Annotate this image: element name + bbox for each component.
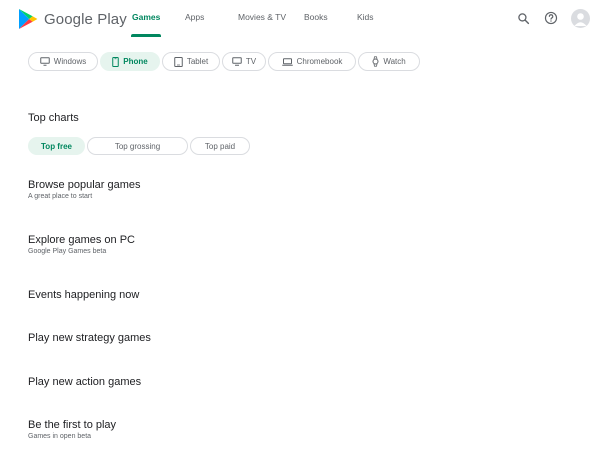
cluster-explore-games-on-pc[interactable]: Explore games on PC Google Play Games be… — [28, 234, 135, 255]
search-icon[interactable] — [515, 10, 531, 26]
device-chip-label: Phone — [123, 57, 148, 66]
tab-top-free[interactable]: Top free — [28, 137, 85, 155]
cluster-subtitle: Google Play Games beta — [28, 248, 107, 255]
nav-tab-movies-tv[interactable]: Movies & TV — [238, 12, 286, 22]
cluster-title: Explore games on PC — [28, 234, 135, 246]
nav-tab-games[interactable]: Games — [132, 12, 160, 22]
windows-monitor-icon — [40, 57, 50, 66]
phone-icon — [112, 56, 120, 67]
device-chip-label: TV — [245, 57, 257, 66]
watch-icon — [372, 56, 379, 67]
top-app-bar: Google Play Games Apps Movies & TV Books… — [0, 0, 600, 38]
cluster-title: Events happening now — [28, 289, 140, 301]
nav-tab-books[interactable]: Books — [304, 12, 328, 22]
device-chip-chromebook[interactable]: Chromebook — [268, 52, 356, 71]
cluster-new-action-games[interactable]: Play new action games — [28, 376, 141, 388]
account-icon[interactable] — [571, 9, 590, 28]
cluster-events-happening-now[interactable]: Events happening now — [28, 289, 139, 301]
top-charts-title: Top charts — [28, 112, 79, 124]
active-tab-indicator — [131, 34, 161, 37]
nav-tab-apps[interactable]: Apps — [185, 12, 204, 22]
device-chip-tv[interactable]: TV — [222, 52, 266, 71]
tab-top-paid[interactable]: Top paid — [190, 137, 250, 155]
cluster-title: Play new action games — [28, 376, 142, 388]
help-icon[interactable] — [543, 10, 559, 26]
device-chip-label: Tablet — [186, 57, 209, 66]
google-play-logo[interactable]: Google Play — [18, 8, 127, 30]
cluster-new-strategy-games[interactable]: Play new strategy games — [28, 332, 151, 344]
device-chip-tablet[interactable]: Tablet — [162, 52, 220, 71]
cluster-be-first-to-play[interactable]: Be the first to play Games in open beta — [28, 419, 116, 440]
laptop-icon — [281, 57, 293, 66]
device-chip-label: Windows — [53, 57, 87, 66]
cluster-browse-popular-games[interactable]: Browse popular games A great place to st… — [28, 179, 141, 200]
device-chip-watch[interactable]: Watch — [358, 52, 420, 71]
device-chip-windows[interactable]: Windows — [28, 52, 98, 71]
nav-tab-kids[interactable]: Kids — [357, 12, 374, 22]
device-chip-phone[interactable]: Phone — [100, 52, 160, 71]
tab-top-grossing[interactable]: Top grossing — [87, 137, 188, 155]
device-chip-label: Watch — [383, 57, 406, 66]
cluster-title: Play new strategy games — [28, 332, 151, 344]
logo-text: Google Play — [44, 10, 127, 28]
device-chip-label: Chromebook — [296, 57, 343, 66]
cluster-title: Be the first to play — [28, 419, 117, 431]
tablet-icon — [174, 56, 183, 67]
play-logo-icon — [19, 9, 38, 29]
cluster-subtitle: Games in open beta — [28, 433, 92, 440]
cluster-title: Browse popular games — [28, 179, 141, 191]
tv-icon — [232, 57, 242, 66]
cluster-subtitle: A great place to start — [28, 193, 93, 200]
